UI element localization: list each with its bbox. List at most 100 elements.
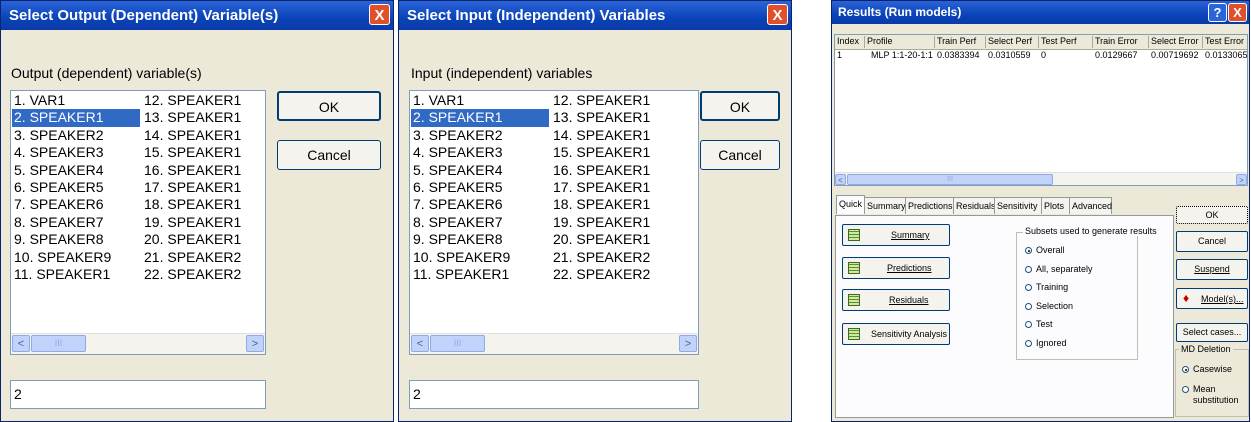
- variable-list-item[interactable]: 22. SPEAKER2: [142, 266, 265, 283]
- variable-list-item[interactable]: 4. SPEAKER3: [12, 144, 140, 161]
- residuals-button[interactable]: Residuals: [842, 289, 950, 311]
- variable-list-item[interactable]: 20. SPEAKER1: [142, 231, 265, 248]
- summary-button[interactable]: Summary: [842, 224, 950, 246]
- close-icon[interactable]: X: [369, 4, 390, 25]
- variable-list-item[interactable]: 21. SPEAKER2: [142, 249, 265, 266]
- variable-list-item[interactable]: 21. SPEAKER2: [551, 249, 697, 266]
- results-table[interactable]: Index Profile Train Perf Select Perf Test Pe…: [834, 34, 1248, 186]
- variable-list-item[interactable]: 1. VAR1: [12, 92, 140, 109]
- variable-list-item[interactable]: 13. SPEAKER1: [551, 109, 697, 126]
- tab-plots[interactable]: Plots: [1041, 197, 1070, 214]
- suspend-button[interactable]: Suspend: [1176, 259, 1248, 280]
- table-cell[interactable]: 0.0383394: [937, 50, 980, 60]
- table-column-header[interactable]: Select Perf: [986, 36, 1039, 48]
- tab-quick[interactable]: Quick: [836, 195, 865, 214]
- table-cell[interactable]: 1: [837, 50, 842, 60]
- cancel-button[interactable]: Cancel: [1176, 231, 1248, 252]
- variable-list-item[interactable]: 8. SPEAKER7: [411, 214, 549, 231]
- sensitivity-analysis-button[interactable]: Sensitivity Analysis: [842, 323, 950, 345]
- table-cell[interactable]: 0.0133065: [1205, 50, 1247, 60]
- variable-list-item[interactable]: 5. SPEAKER4: [411, 162, 549, 179]
- cancel-button[interactable]: Cancel: [700, 140, 780, 170]
- variable-list-item[interactable]: 16. SPEAKER1: [551, 162, 697, 179]
- scroll-right-icon[interactable]: >: [246, 335, 264, 352]
- variable-list-item[interactable]: 18. SPEAKER1: [142, 196, 265, 213]
- input-list-scrollbar[interactable]: < III >: [410, 333, 698, 354]
- variable-list-item[interactable]: 17. SPEAKER1: [142, 179, 265, 196]
- variable-list-item[interactable]: 5. SPEAKER4: [12, 162, 140, 179]
- variable-list-item[interactable]: 14. SPEAKER1: [551, 127, 697, 144]
- table-column-header[interactable]: Profile: [865, 36, 935, 48]
- table-cell[interactable]: 0.0310559: [988, 50, 1031, 60]
- subset-option[interactable]: Test: [1025, 319, 1053, 329]
- variable-list-item[interactable]: 18. SPEAKER1: [551, 196, 697, 213]
- variable-list-item[interactable]: 14. SPEAKER1: [142, 127, 265, 144]
- input-variable-list[interactable]: 1. VAR1 2. SPEAKER1 3. SPEAKER2 4. SPEAKER3…: [409, 90, 699, 355]
- table-column-header[interactable]: Select Error: [1149, 36, 1203, 48]
- variable-list-item[interactable]: 10. SPEAKER9: [411, 249, 549, 266]
- variable-list-item[interactable]: 7. SPEAKER6: [411, 196, 549, 213]
- variable-list-item[interactable]: 3. SPEAKER2: [12, 127, 140, 144]
- variable-list-item[interactable]: 19. SPEAKER1: [142, 214, 265, 231]
- scroll-right-icon[interactable]: >: [679, 335, 697, 352]
- scroll-thumb[interactable]: III: [430, 335, 485, 352]
- scroll-left-icon[interactable]: <: [411, 335, 429, 352]
- scroll-left-icon[interactable]: <: [12, 335, 30, 352]
- tab-sensitivity[interactable]: Sensitivity: [994, 197, 1042, 214]
- variable-list-item[interactable]: 15. SPEAKER1: [142, 144, 265, 161]
- tab-summary[interactable]: Summary: [864, 197, 906, 214]
- output-variable-list[interactable]: 1. VAR1 2. SPEAKER1 3. SPEAKER2 4. SPEAKER3…: [10, 90, 266, 355]
- variable-list-item[interactable]: 22. SPEAKER2: [551, 266, 697, 283]
- variable-list-item[interactable]: 9. SPEAKER8: [411, 231, 549, 248]
- variable-list-item[interactable]: 1. VAR1: [411, 92, 549, 109]
- variable-list-item[interactable]: 3. SPEAKER2: [411, 127, 549, 144]
- input-selection-field[interactable]: 2: [409, 380, 699, 409]
- subset-option[interactable]: Ignored: [1025, 338, 1067, 348]
- ok-button[interactable]: OK: [1176, 206, 1248, 224]
- variable-list-item[interactable]: 12. SPEAKER1: [551, 92, 697, 109]
- predictions-button[interactable]: Predictions: [842, 257, 950, 279]
- table-column-header[interactable]: Test Perf: [1039, 36, 1093, 48]
- table-cell[interactable]: 0.00719692: [1151, 50, 1199, 60]
- scroll-right-icon[interactable]: >: [1236, 174, 1247, 185]
- variable-list-item[interactable]: 8. SPEAKER7: [12, 214, 140, 231]
- variable-list-item[interactable]: 19. SPEAKER1: [551, 214, 697, 231]
- table-column-header[interactable]: Train Error: [1093, 36, 1149, 48]
- table-column-header[interactable]: Test Error: [1203, 36, 1247, 48]
- table-cell[interactable]: 0.0129667: [1095, 50, 1138, 60]
- scroll-thumb[interactable]: III: [847, 174, 1053, 185]
- table-cell[interactable]: 0: [1041, 50, 1046, 60]
- models-button[interactable]: ♦ Model(s)...: [1176, 288, 1248, 309]
- variable-list-item[interactable]: 6. SPEAKER5: [12, 179, 140, 196]
- input-dialog-titlebar[interactable]: Select Input (Independent) Variables X: [399, 1, 791, 30]
- variable-list-item[interactable]: 7. SPEAKER6: [12, 196, 140, 213]
- subset-option[interactable]: Selection: [1025, 301, 1073, 311]
- table-column-header[interactable]: Train Perf: [935, 36, 986, 48]
- ok-button[interactable]: OK: [700, 91, 780, 121]
- tab-advanced[interactable]: Advanced: [1069, 197, 1112, 214]
- output-dialog-titlebar[interactable]: Select Output (Dependent) Variable(s) X: [1, 1, 393, 30]
- variable-list-item[interactable]: 4. SPEAKER3: [411, 144, 549, 161]
- results-table-scrollbar[interactable]: < III >: [835, 172, 1247, 185]
- subset-option[interactable]: Training: [1025, 282, 1068, 292]
- select-cases-button[interactable]: Select cases...: [1176, 323, 1248, 342]
- output-selection-field[interactable]: 2: [10, 380, 266, 409]
- md-option-casewise[interactable]: Casewise: [1182, 364, 1232, 374]
- help-icon[interactable]: ?: [1208, 3, 1227, 22]
- variable-list-item[interactable]: 11. SPEAKER1: [12, 266, 140, 283]
- variable-list-item[interactable]: 11. SPEAKER1: [411, 266, 549, 283]
- variable-list-item[interactable]: 6. SPEAKER5: [411, 179, 549, 196]
- close-icon[interactable]: X: [767, 4, 788, 25]
- scroll-thumb[interactable]: III: [31, 335, 86, 352]
- variable-list-item[interactable]: 13. SPEAKER1: [142, 109, 265, 126]
- subset-option[interactable]: All, separately: [1025, 264, 1093, 274]
- variable-list-item[interactable]: 12. SPEAKER1: [142, 92, 265, 109]
- variable-list-item[interactable]: 2. SPEAKER1: [12, 109, 140, 127]
- ok-button[interactable]: OK: [277, 91, 381, 121]
- variable-list-item[interactable]: 17. SPEAKER1: [551, 179, 697, 196]
- variable-list-item[interactable]: 2. SPEAKER1: [411, 109, 549, 127]
- close-icon[interactable]: X: [1228, 3, 1247, 22]
- variable-list-item[interactable]: 16. SPEAKER1: [142, 162, 265, 179]
- cancel-button[interactable]: Cancel: [277, 140, 381, 170]
- tab-predictions[interactable]: Predictions: [905, 197, 954, 214]
